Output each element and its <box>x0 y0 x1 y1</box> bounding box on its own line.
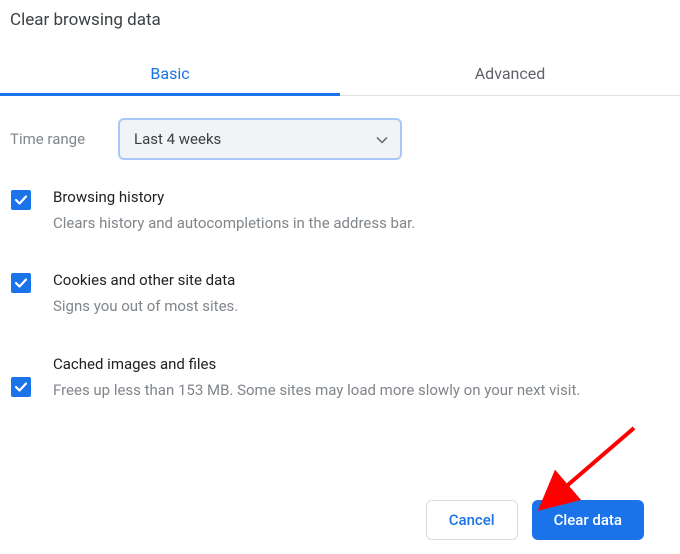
option-desc: Clears history and autocompletions in th… <box>53 212 666 235</box>
option-text: Browsing history Clears history and auto… <box>53 188 666 235</box>
time-range-label: Time range <box>10 130 102 148</box>
clear-data-button[interactable]: Clear data <box>532 500 644 540</box>
option-title: Browsing history <box>53 188 666 206</box>
option-title: Cached images and files <box>53 355 666 373</box>
option-cookies: Cookies and other site data Signs you ou… <box>11 271 666 318</box>
check-icon <box>14 193 28 207</box>
check-icon <box>14 276 28 290</box>
dialog-title: Clear browsing data <box>0 0 680 30</box>
option-cache: Cached images and files Frees up less th… <box>11 355 666 402</box>
option-title: Cookies and other site data <box>53 271 666 289</box>
time-range-select[interactable]: Last 4 weeks <box>118 118 402 160</box>
checkbox-cache[interactable] <box>11 377 31 397</box>
cancel-button[interactable]: Cancel <box>426 500 518 540</box>
tab-advanced[interactable]: Advanced <box>340 52 680 95</box>
checkbox-browsing-history[interactable] <box>11 190 31 210</box>
tab-basic[interactable]: Basic <box>0 52 340 95</box>
options-list: Browsing history Clears history and auto… <box>0 160 680 402</box>
time-range-value: Last 4 weeks <box>118 118 402 160</box>
option-text: Cookies and other site data Signs you ou… <box>53 271 666 318</box>
time-range-row: Time range Last 4 weeks <box>0 96 680 160</box>
tabs: Basic Advanced <box>0 52 680 96</box>
checkbox-cookies[interactable] <box>11 273 31 293</box>
option-desc: Signs you out of most sites. <box>53 295 666 318</box>
option-desc: Frees up less than 153 MB. Some sites ma… <box>53 379 666 402</box>
option-browsing-history: Browsing history Clears history and auto… <box>11 188 666 235</box>
option-text: Cached images and files Frees up less th… <box>53 355 666 402</box>
check-icon <box>14 380 28 394</box>
dialog-buttons: Cancel Clear data <box>426 500 644 540</box>
